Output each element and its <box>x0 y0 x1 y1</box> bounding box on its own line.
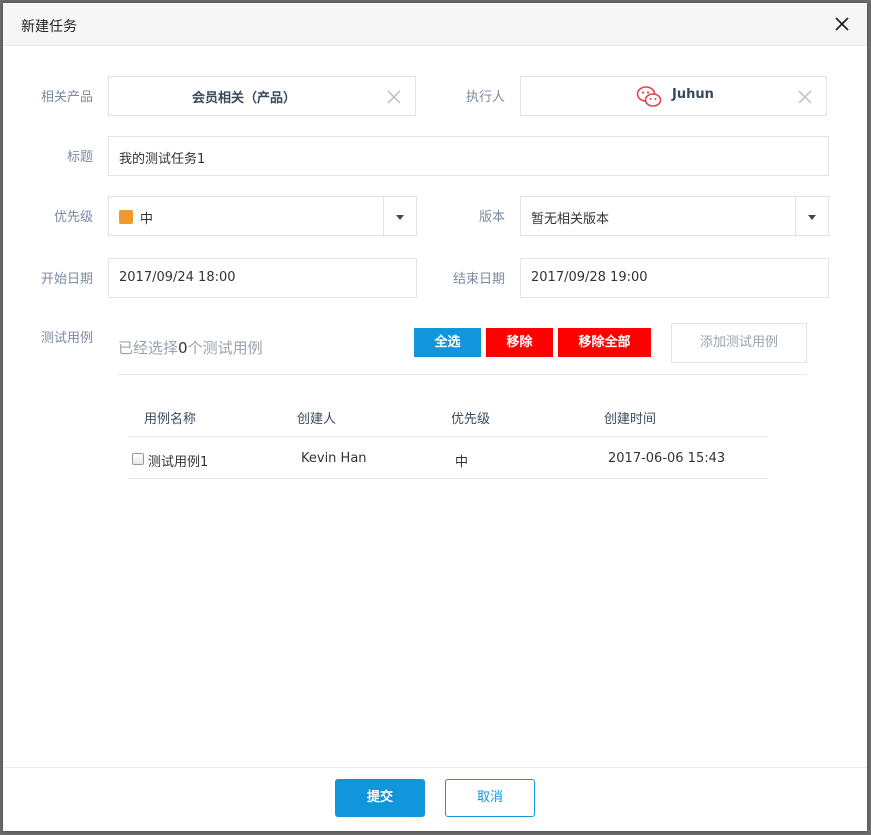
executor-label: 执行人 <box>465 90 505 105</box>
remove-button[interactable]: 移除 <box>486 328 553 357</box>
priority-label: 优先级 <box>53 210 93 225</box>
case-creator: Kevin Han <box>301 451 367 466</box>
title-value: 我的测试任务1 <box>119 152 206 167</box>
column-header-creator: 创建人 <box>297 412 337 427</box>
submit-button[interactable]: 提交 <box>335 779 425 817</box>
priority-color-swatch <box>119 210 133 224</box>
case-priority: 中 <box>455 455 469 470</box>
wechat-icon <box>636 86 662 107</box>
end-date-value: 2017/09/28 19:00 <box>531 270 648 285</box>
row-checkbox[interactable] <box>132 453 144 465</box>
chevron-down-icon[interactable] <box>795 197 828 237</box>
selected-count-text: 已经选择0个测试用例 <box>118 339 263 357</box>
select-all-button[interactable]: 全选 <box>414 328 481 357</box>
version-select[interactable]: 暂无相关版本 <box>520 196 829 237</box>
title-input[interactable]: 我的测试任务1 <box>108 136 829 176</box>
test-cases-label: 测试用例 <box>40 331 93 346</box>
add-test-case-button[interactable]: 添加测试用例 <box>671 323 807 363</box>
clear-icon[interactable] <box>798 90 812 104</box>
priority-select[interactable]: 中 <box>108 196 417 237</box>
dialog-title: 新建任务 <box>21 19 77 35</box>
case-name: 测试用例1 <box>148 455 209 470</box>
start-date-value: 2017/09/24 18:00 <box>119 270 236 285</box>
product-value: 会员相关（产品） <box>191 91 296 106</box>
cancel-button[interactable]: 取消 <box>445 779 535 817</box>
executor-value: Juhun <box>672 87 714 102</box>
product-label: 相关产品 <box>40 90 93 105</box>
chevron-down-icon[interactable] <box>383 197 416 237</box>
divider <box>118 374 807 375</box>
column-header-name: 用例名称 <box>144 412 197 427</box>
table-header-divider <box>128 436 768 437</box>
title-label: 标题 <box>66 150 93 165</box>
new-task-dialog: 新建任务 相关产品 会员相关（产品） 执行人 Juhun 标题 我的测试任务1 … <box>3 3 867 831</box>
version-label: 版本 <box>478 210 505 225</box>
column-header-created: 创建时间 <box>604 412 657 427</box>
dialog-header: 新建任务 <box>3 3 867 46</box>
clear-icon[interactable] <box>387 90 401 104</box>
product-field[interactable]: 会员相关（产品） <box>108 76 416 116</box>
start-date-input[interactable]: 2017/09/24 18:00 <box>108 258 417 298</box>
column-header-priority: 优先级 <box>451 412 491 427</box>
close-icon[interactable] <box>831 13 853 35</box>
end-date-label: 结束日期 <box>452 272 505 287</box>
start-date-label: 开始日期 <box>40 272 93 287</box>
executor-field[interactable]: Juhun <box>520 76 827 116</box>
remove-all-button[interactable]: 移除全部 <box>558 328 651 357</box>
table-row-divider <box>128 478 768 479</box>
footer-divider <box>3 767 867 768</box>
case-created: 2017-06-06 15:43 <box>608 451 726 466</box>
version-value: 暂无相关版本 <box>531 212 610 227</box>
end-date-input[interactable]: 2017/09/28 19:00 <box>520 258 829 298</box>
priority-value: 中 <box>140 212 154 227</box>
